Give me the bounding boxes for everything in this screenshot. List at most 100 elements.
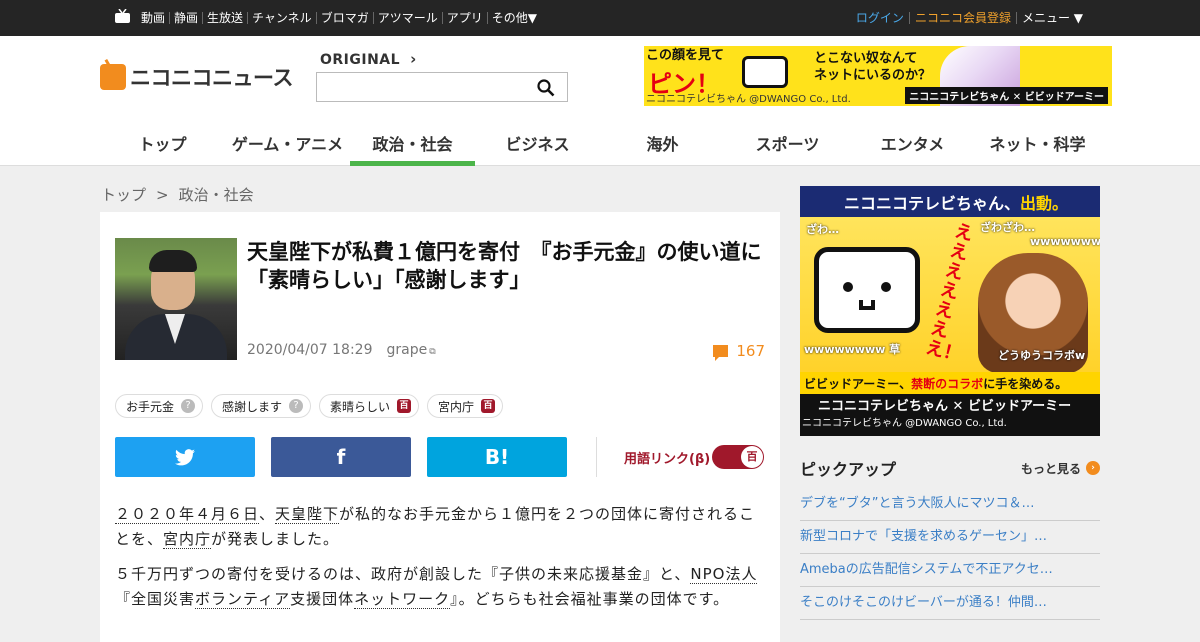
comment-count: 167	[736, 342, 765, 360]
facebook-icon: f	[336, 445, 346, 469]
tab-net-science[interactable]: ネット・科学	[975, 120, 1100, 166]
term-link[interactable]: ネットワーク	[354, 590, 451, 609]
ad-line1: この顔を見て	[646, 48, 725, 63]
nav-app[interactable]: アプリ	[441, 12, 487, 24]
tab-overseas[interactable]: 海外	[600, 120, 725, 166]
search-box	[316, 72, 568, 102]
external-link-icon: ⧉	[429, 347, 436, 357]
comment-count-link[interactable]: 167	[713, 342, 765, 361]
divider	[596, 437, 597, 477]
site-logo-text: ニコニコニュース	[130, 66, 293, 90]
pickup-item[interactable]: そこのけそこのけビーバーが通る！仲間…	[800, 587, 1100, 620]
tab-politics-society[interactable]: 政治・社会	[350, 120, 475, 166]
article-body: ２０２０年４月６日、天皇陛下が私的なお手元金から１億円を２つの団体に寄付されるこ…	[115, 502, 765, 622]
site-logo[interactable]: ニコニコニュース	[100, 62, 293, 92]
question-icon[interactable]: ?	[289, 399, 304, 413]
nav-channel[interactable]: チャンネル	[247, 12, 316, 24]
twitter-icon	[175, 448, 195, 465]
more-link[interactable]: もっと見る ›	[1021, 460, 1100, 477]
account-nav: ログイン ニコニコ会員登録 メニュー ▼	[851, 0, 1088, 36]
login-link[interactable]: ログイン	[851, 12, 909, 24]
pickup-item[interactable]: Amebaの広告配信システムで不正アクセ…	[800, 554, 1100, 587]
tag-item[interactable]: お手元金?	[115, 394, 204, 418]
comment-icon	[713, 345, 729, 361]
breadcrumb-separator: >	[156, 186, 169, 204]
tag-item[interactable]: 素晴らしい百	[319, 394, 420, 418]
ad-strip: ビビッドアーミー、禁断のコラボに手を染める。	[800, 372, 1100, 394]
category-nav: トップ ゲーム・アニメ 政治・社会 ビジネス 海外 スポーツ エンタメ ネット・…	[100, 120, 1100, 166]
dic-toggle-icon: 百	[741, 446, 763, 468]
nav-seiga[interactable]: 静画	[169, 12, 202, 24]
ad-copy: とこない奴なんて ネットにいるのか？	[814, 50, 931, 84]
tab-sports[interactable]: スポーツ	[725, 120, 850, 166]
chevron-right-icon: ›	[1086, 461, 1100, 475]
chevron-right-icon: ›	[410, 50, 417, 68]
article-datetime: 2020/04/07 18:29	[247, 342, 373, 358]
tag-label: 宮内庁	[438, 399, 475, 414]
hatena-bookmark-button[interactable]: B!	[427, 437, 567, 477]
niconico-news-logo-icon	[100, 64, 126, 90]
original-link[interactable]: ORIGINAL ›	[320, 50, 417, 68]
dic-icon[interactable]: 百	[397, 399, 412, 413]
hatena-icon: B!	[484, 445, 510, 469]
service-nav: 動画 静画 生放送 チャンネル ブロマガ アツマール アプリ その他▼	[137, 0, 541, 36]
term-link[interactable]: ボランティア	[195, 590, 291, 609]
ad-scene: えええええええ！ ざわ… ざわざわ… wwwwwww wwwwwwww 草 どう…	[800, 217, 1100, 373]
term-link-label: 用語リンク(β)	[624, 452, 711, 467]
nav-other-dropdown[interactable]: その他▼	[486, 12, 541, 24]
tag-item[interactable]: 感謝します?	[211, 394, 312, 418]
original-label: ORIGINAL	[320, 52, 401, 68]
article-title: 天皇陛下が私費１億円を寄付 『お手元金』の使い道に「素晴らしい」「感謝します」	[247, 240, 762, 292]
tag-list: お手元金? 感謝します? 素晴らしい百 宮内庁百	[115, 394, 511, 418]
nav-video[interactable]: 動画	[137, 12, 169, 24]
paragraph: ２０２０年４月６日、天皇陛下が私的なお手元金から１億円を２つの団体に寄付されるこ…	[115, 505, 756, 549]
tab-top[interactable]: トップ	[100, 120, 225, 166]
article-card: 天皇陛下が私費１億円を寄付 『お手元金』の使い道に「素晴らしい」「感謝します」 …	[100, 212, 780, 642]
tv-chan-icon	[742, 56, 788, 88]
article-source-link[interactable]: grape ⧉	[387, 342, 436, 358]
paragraph: ５千万円ずつの寄付を受けるのは、政府が創設した『子供の未来応援基金』と、NPO法…	[115, 565, 758, 609]
ad-copyright: ニコニコテレビちゃん @DWANGO Co., Ltd.	[646, 94, 851, 105]
dic-icon[interactable]: 百	[481, 399, 496, 413]
search-icon[interactable]	[537, 79, 555, 97]
register-link[interactable]: ニコニコ会員登録	[908, 12, 1016, 24]
term-link[interactable]: ２０２０年４月６日	[115, 505, 260, 524]
breadcrumb-current[interactable]: 政治・社会	[179, 186, 254, 204]
pickup-section: ピックアップ もっと見る › デブを“ブタ”と言う大阪人にマツコ＆… 新型コロナで…	[800, 456, 1100, 620]
niconico-tv-icon[interactable]	[114, 9, 131, 24]
nav-atsumaru[interactable]: アツマール	[372, 12, 442, 24]
nav-live[interactable]: 生放送	[202, 12, 247, 24]
tag-item[interactable]: 宮内庁百	[427, 394, 504, 418]
breadcrumb: トップ > 政治・社会	[101, 184, 254, 205]
term-link-toggle[interactable]: 百	[712, 445, 764, 469]
tv-chan-icon	[814, 247, 920, 333]
tag-label: 感謝します	[222, 399, 283, 414]
sidebar-ad-banner[interactable]: ニコニコテレビちゃん、出動。 えええええええ！ ざわ… ざわざわ… wwwwww…	[800, 186, 1100, 436]
tab-entame[interactable]: エンタメ	[850, 120, 975, 166]
twitter-share-button[interactable]	[115, 437, 255, 477]
nav-blomaga[interactable]: ブロマガ	[315, 12, 373, 24]
question-icon[interactable]: ?	[181, 399, 196, 413]
tab-business[interactable]: ビジネス	[475, 120, 600, 166]
pickup-header: ピックアップ もっと見る ›	[800, 456, 1100, 480]
site-header: ニコニコニュース ORIGINAL › この顔を見て ピン！ とこない奴なんて ネ…	[0, 36, 1200, 166]
pickup-item[interactable]: デブを“ブタ”と言う大阪人にマツコ＆…	[800, 488, 1100, 521]
article-meta: 2020/04/07 18:29 grape ⧉	[247, 342, 436, 358]
term-link[interactable]: NPO法人	[690, 565, 758, 584]
tag-label: お手元金	[126, 399, 175, 414]
tag-label: 素晴らしい	[330, 399, 391, 414]
breadcrumb-home[interactable]: トップ	[101, 186, 146, 204]
facebook-share-button[interactable]: f	[271, 437, 411, 477]
tab-game-anime[interactable]: ゲーム・アニメ	[225, 120, 350, 166]
term-link[interactable]: 天皇陛下	[275, 505, 340, 524]
menu-dropdown[interactable]: メニュー ▼	[1015, 12, 1088, 24]
term-link[interactable]: 宮内庁	[163, 530, 212, 549]
ad-brand: ニコニコテレビちゃん ✕ ビビッドアーミー	[905, 87, 1108, 104]
header-ad-banner[interactable]: この顔を見て ピン！ とこない奴なんて ネットにいるのか？ ニコニコテレビちゃん…	[644, 46, 1112, 106]
ad-bottom: ニコニコテレビちゃん ✕ ビビッドアーミー ニコニコテレビちゃん @DWANGO …	[800, 394, 1100, 436]
search-input[interactable]	[317, 73, 517, 101]
ad-line3: ネットにいるのか？	[814, 68, 932, 83]
article-thumbnail[interactable]	[115, 238, 237, 360]
ad-banner-title: ニコニコテレビちゃん、出動。	[800, 186, 1100, 217]
pickup-item[interactable]: 新型コロナで「支援を求めるゲーセン」…	[800, 521, 1100, 554]
